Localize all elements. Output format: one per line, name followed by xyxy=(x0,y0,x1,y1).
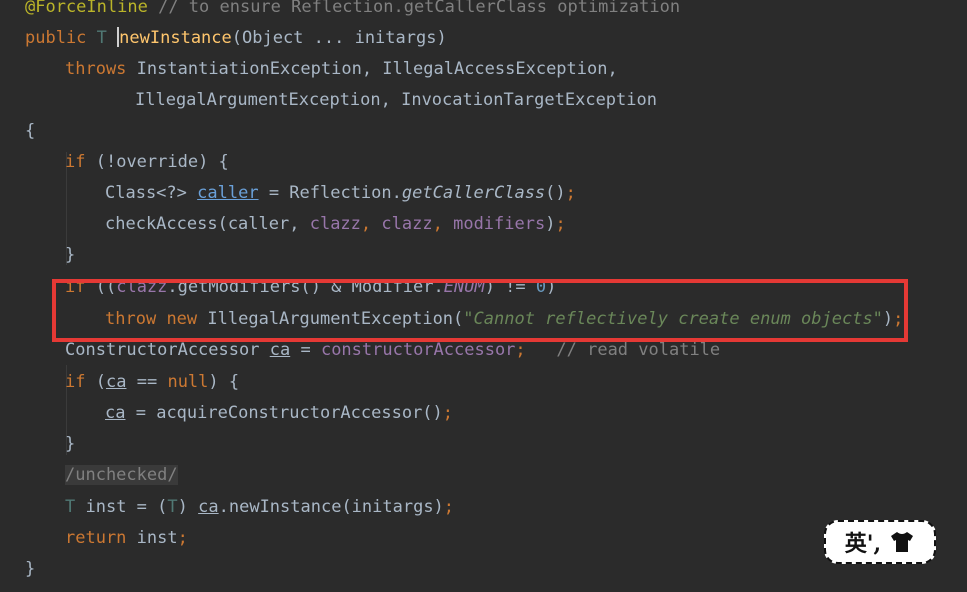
keyword-null: null xyxy=(167,372,209,392)
code-line-if-null: if (ca == null) { xyxy=(65,367,239,398)
method-name[interactable]: newInstance xyxy=(119,28,232,48)
if-condition: (!override) { xyxy=(95,152,229,172)
unchecked-fold[interactable]: /unchecked/ xyxy=(65,465,178,485)
clazz-field: clazz xyxy=(309,214,361,234)
semicolon: ; xyxy=(565,183,576,203)
code-line-unchecked: /unchecked/ xyxy=(65,460,178,491)
close-brace: } xyxy=(25,559,36,579)
return-value: inst xyxy=(136,528,178,548)
close-paren: ) xyxy=(545,214,556,234)
annotation-comment: // to ensure Reflection.getCallerClass o… xyxy=(158,0,681,17)
code-editor[interactable]: @ForceInline // to ensure Reflection.get… xyxy=(0,0,967,592)
assign: = xyxy=(300,340,311,360)
ctor-accessor-type: ConstructorAccessor xyxy=(65,340,260,360)
caller-variable[interactable]: caller xyxy=(197,183,258,203)
code-line-if-override: if (!override) { xyxy=(65,147,229,178)
throws-list-2: IllegalArgumentException, InvocationTarg… xyxy=(135,90,657,110)
code-line-acquire: ca = acquireConstructorAccessor(); xyxy=(105,398,453,429)
keyword-public: public xyxy=(25,28,87,48)
read-volatile-comment: // read volatile xyxy=(556,340,721,360)
keyword-throws: throws xyxy=(65,59,127,79)
highlight-box xyxy=(52,279,908,342)
ctor-accessor-field: constructorAccessor xyxy=(320,340,516,360)
semicolon: ; xyxy=(177,528,188,548)
code-line-inst: T inst = (T) ca.newInstance(initargs); xyxy=(65,492,454,523)
semicolon: ; xyxy=(442,403,454,423)
code-line-signature: public T newInstance(Object ... initargs… xyxy=(25,23,447,54)
class-generic: Class<?> xyxy=(105,183,187,203)
null-cond-close: ) { xyxy=(208,372,240,392)
new-instance-call: .newInstance(initargs) xyxy=(218,497,444,517)
reflection-call: = Reflection. xyxy=(268,183,402,203)
ca-variable[interactable]: ca xyxy=(270,340,290,360)
semicolon: ; xyxy=(555,214,566,234)
type-param: T xyxy=(65,497,76,517)
comma: , xyxy=(360,214,372,234)
type-param: T xyxy=(96,28,107,48)
code-line-close-brace: } xyxy=(65,429,75,460)
code-line-throws-cont: IllegalArgumentException, InvocationTarg… xyxy=(135,85,657,116)
code-line-throws: throws InstantiationException, IllegalAc… xyxy=(65,54,618,85)
watermark-sticker: 英', xyxy=(824,520,936,564)
code-line-final-brace: } xyxy=(25,554,35,585)
code-line-annotation: @ForceInline // to ensure Reflection.get… xyxy=(25,0,680,23)
keyword-if: if xyxy=(65,152,86,172)
modifiers-field: modifiers xyxy=(453,214,546,234)
code-line-caller: Class<?> caller = Reflection.getCallerCl… xyxy=(105,178,576,209)
keyword-if: if xyxy=(65,372,86,392)
close-brace: } xyxy=(65,245,76,265)
clazz-field: clazz xyxy=(381,214,433,234)
ca-variable[interactable]: ca xyxy=(198,497,218,517)
semicolon: ; xyxy=(515,340,526,360)
inst-declaration: inst = ( xyxy=(85,497,168,517)
check-access-call: checkAccess(caller, xyxy=(105,214,300,234)
type-param: T xyxy=(167,497,178,517)
code-line-close-brace: } xyxy=(65,240,75,271)
open-brace: { xyxy=(25,121,36,141)
semicolon: ; xyxy=(443,497,455,517)
throws-list-1: InstantiationException, IllegalAccessExc… xyxy=(136,59,618,79)
tshirt-icon xyxy=(891,532,914,552)
keyword-return: return xyxy=(65,528,127,548)
ca-variable[interactable]: ca xyxy=(105,403,125,423)
get-caller-class: getCallerClass xyxy=(401,183,546,203)
comma: , xyxy=(432,214,443,234)
method-params: (Object ... initargs) xyxy=(231,28,447,48)
code-line-open-brace: { xyxy=(25,116,35,147)
equals: == xyxy=(136,372,158,392)
acquire-call: = acquireConstructorAccessor() xyxy=(135,403,443,423)
null-cond-open: ( xyxy=(95,372,106,392)
close-brace: } xyxy=(65,434,76,454)
code-line-check-access: checkAccess(caller, clazz, clazz, modifi… xyxy=(105,209,566,240)
code-line-return: return inst; xyxy=(65,523,188,554)
cast-close: ) xyxy=(177,497,188,517)
annotation: @ForceInline xyxy=(25,0,148,17)
call-parens: () xyxy=(545,183,566,203)
ca-variable[interactable]: ca xyxy=(106,372,126,392)
sticker-text: 英', xyxy=(844,531,882,557)
